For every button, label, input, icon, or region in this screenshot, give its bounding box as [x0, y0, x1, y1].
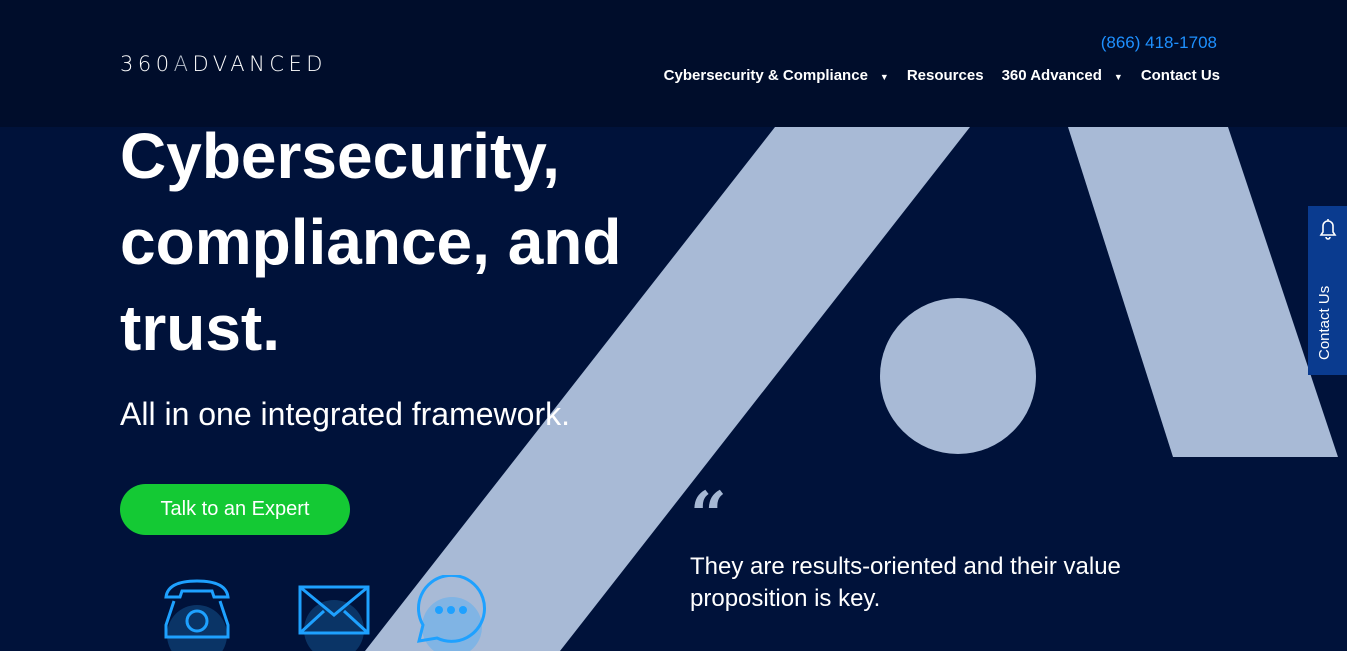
logo[interactable]: 360ADVANCED — [120, 52, 327, 76]
nav-360-advanced[interactable]: 360 Advanced ▼ — [1002, 67, 1123, 84]
testimonial-quote: They are results-oriented and their valu… — [690, 553, 1121, 612]
mail-icon[interactable] — [297, 575, 371, 651]
nav-cybersecurity[interactable]: Cybersecurity & Compliance ▼ — [664, 67, 889, 84]
caret-down-icon: ▼ — [879, 72, 889, 82]
nav-contact-us[interactable]: Contact Us — [1141, 67, 1220, 84]
phone-link[interactable]: (866) 418-1708 — [1101, 33, 1217, 53]
hero-subtitle: All in one integrated framework. — [120, 396, 570, 432]
caret-down-icon: ▼ — [1113, 72, 1123, 82]
quote-icon: “ — [690, 478, 727, 553]
chat-icon[interactable] — [415, 575, 489, 651]
contact-us-side-tab[interactable]: Contact Us — [1308, 206, 1347, 375]
main-nav: Cybersecurity & Compliance ▼ Resources 36… — [664, 67, 1220, 84]
talk-to-expert-button[interactable]: Talk to an Expert — [120, 484, 350, 535]
bell-icon — [1319, 219, 1337, 240]
phone-icon[interactable] — [160, 575, 234, 651]
site-header: 360ADVANCED (866) 418-1708 Cybersecurity… — [0, 0, 1347, 127]
nav-resources[interactable]: Resources — [907, 67, 984, 84]
hero-title: Cybersecurity, compliance, and trust. — [120, 120, 622, 364]
